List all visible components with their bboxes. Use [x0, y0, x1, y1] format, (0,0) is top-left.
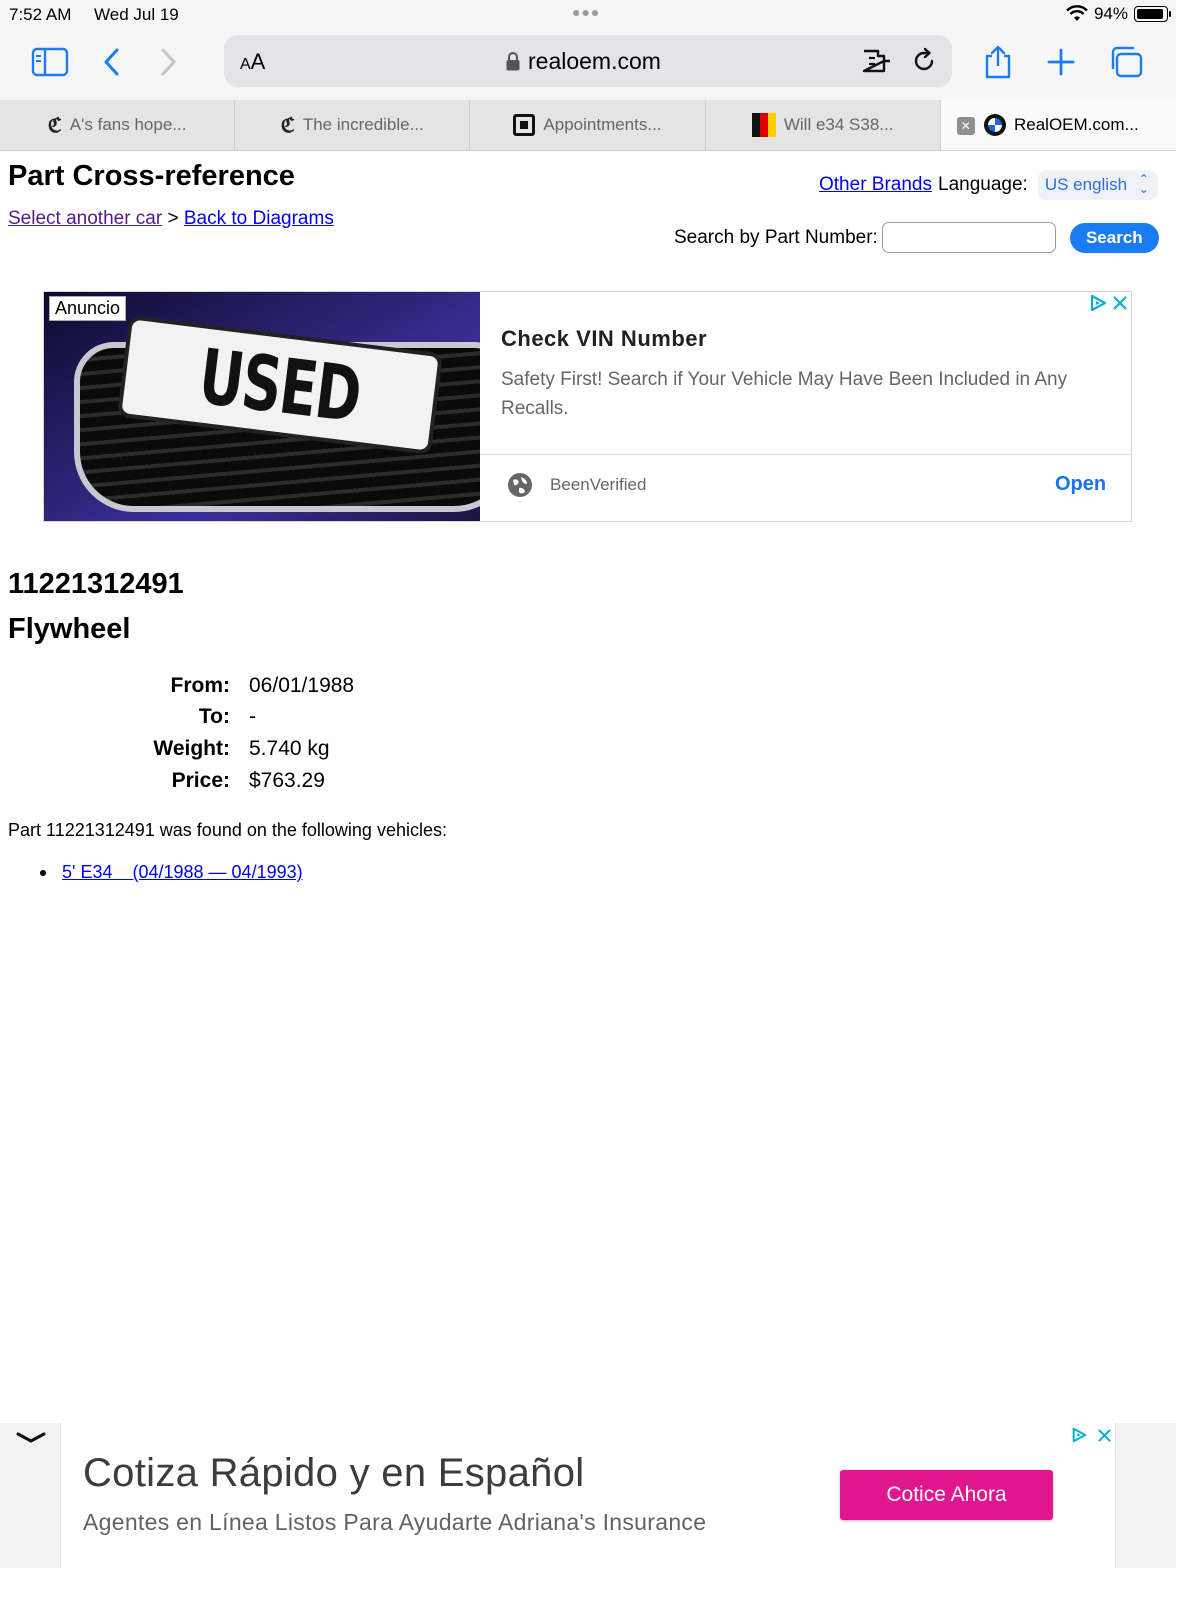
bottom-ad-description: Agentes en Línea Listos Para Ayudarte Ad… [83, 1509, 707, 1535]
address-bar[interactable]: AA realoem.com [224, 35, 952, 87]
battery-percent: 94% [1093, 4, 1128, 23]
adchoices-icon[interactable] [1068, 1425, 1090, 1445]
select-another-car-link[interactable]: Select another car [8, 208, 162, 229]
bottom-ad-cta-button[interactable]: Cotice Ahora [840, 1470, 1053, 1520]
ad-image[interactable]: USED Anuncio [44, 292, 480, 521]
tab-title: Will e34 S38... [783, 115, 894, 134]
status-bar: 7:52 AM Wed Jul 19 ●●● 94% [0, 0, 1176, 30]
bottom-ad-choices[interactable] [1068, 1425, 1115, 1445]
language-label: Language: [938, 174, 1028, 195]
vehicle-list: 5' E34 (04/1988 — 04/1993) [40, 862, 303, 883]
multitasking-dots-icon[interactable]: ●●● [572, 4, 600, 20]
bottom-ad-banner[interactable]: Cotiza Rápido y en Español Agentes en Lí… [60, 1423, 1116, 1568]
german-flag-icon [751, 113, 776, 137]
language-value: US english [1044, 175, 1128, 194]
adchoices-icon[interactable] [1089, 294, 1107, 312]
spec-label: Weight: [153, 737, 230, 760]
bottom-ad-area: Cotiza Rápido y en Español Agentes en Lí… [0, 1423, 1176, 1568]
aa-large-label: A [250, 49, 266, 74]
tab-item[interactable]: Will e34 S38... [706, 100, 941, 150]
spec-value: $763.29 [249, 769, 325, 792]
reader-options-button[interactable]: AA [240, 49, 265, 75]
page-title: Part Cross-reference [8, 160, 295, 192]
found-on-text: Part 11221312491 was found on the follow… [8, 820, 447, 840]
ad-banner[interactable]: USED Anuncio Check VIN Number Safety Fir… [43, 291, 1132, 522]
url-display[interactable]: realoem.com [506, 48, 661, 75]
reload-icon[interactable] [910, 47, 938, 80]
bmw-logo-icon [983, 114, 1006, 136]
vehicle-link[interactable]: 5' E34 (04/1988 — 04/1993) [62, 862, 303, 882]
spec-value: - [249, 705, 256, 728]
search-label: Search by Part Number: [674, 226, 878, 248]
ad-headline[interactable]: Check VIN Number [501, 326, 707, 352]
newspaper-c-icon: ℭ [280, 114, 295, 137]
ad-description: Safety First! Search if Your Vehicle May… [501, 369, 1068, 419]
tab-title: Appointments... [543, 115, 662, 134]
collapse-ad-button[interactable] [0, 1423, 62, 1453]
ad-choices[interactable] [1089, 294, 1127, 312]
ad-advertiser: BeenVerified [550, 475, 647, 494]
breadcrumb: Select another car > Back to Diagrams [8, 208, 334, 230]
other-brands-link[interactable]: Other Brands [819, 174, 932, 196]
status-time: 7:52 AM [9, 5, 72, 24]
close-ad-icon[interactable] [1093, 1425, 1115, 1445]
bottom-ad-headline[interactable]: Cotiza Rápido y en Español [83, 1451, 584, 1496]
sidebar-toggle-icon[interactable] [30, 42, 70, 82]
close-ad-icon[interactable] [1113, 296, 1127, 310]
ad-divider [480, 454, 1132, 455]
ad-open-button[interactable]: Open [1055, 473, 1106, 496]
wifi-icon [1066, 5, 1088, 21]
part-name-heading: Flywheel [8, 613, 131, 645]
aa-small-label: A [240, 56, 251, 73]
list-item: 5' E34 (04/1988 — 04/1993) [40, 862, 303, 883]
language-select[interactable]: US english ⌃ ⌄ [1037, 170, 1158, 200]
extension-icon[interactable] [860, 47, 894, 80]
tab-item[interactable]: ℭ A's fans hope... [0, 100, 236, 150]
breadcrumb-separator: > [167, 208, 179, 229]
globe-icon [508, 473, 532, 497]
part-search: Search by Part Number: Search [674, 222, 1159, 253]
tab-item[interactable]: ℭ The incredible... [235, 100, 471, 150]
newspaper-c-icon: ℭ [47, 114, 62, 137]
battery-icon [1134, 6, 1171, 22]
ad-badge: Anuncio [49, 296, 127, 321]
status-indicators: 94% [1066, 4, 1171, 24]
tab-bar: ℭ A's fans hope... ℭ The incredible... A… [0, 100, 1176, 151]
battery-fill [1137, 9, 1164, 19]
status-date: Wed Jul 19 [94, 5, 179, 24]
forward-icon[interactable] [148, 42, 188, 82]
chevron-down-icon [16, 1432, 46, 1443]
bullet-icon [40, 870, 46, 877]
plate-text: USED [194, 331, 366, 439]
select-chevron-icon: ⌃ ⌄ [1138, 172, 1149, 196]
share-icon[interactable] [978, 42, 1018, 82]
part-number-heading: 11221312491 [8, 568, 184, 600]
tab-item-active[interactable]: ✕ RealOEM.com... [940, 100, 1176, 150]
new-tab-icon[interactable] [1041, 42, 1081, 82]
search-button[interactable]: Search [1069, 222, 1159, 253]
lock-icon [506, 52, 520, 71]
spec-label: Price: [171, 769, 230, 792]
part-number-input[interactable] [881, 222, 1056, 253]
tab-title: The incredible... [302, 115, 424, 134]
spec-label: To: [198, 705, 230, 728]
spec-value: 5.740 kg [249, 737, 330, 760]
brand-language-bar: Other Brands Language: US english ⌃ ⌄ [819, 170, 1158, 200]
square-icon [513, 114, 536, 136]
back-to-diagrams-link[interactable]: Back to Diagrams [184, 208, 334, 229]
back-icon[interactable] [92, 42, 132, 82]
tab-title: A's fans hope... [69, 115, 187, 134]
close-tab-icon[interactable]: ✕ [956, 117, 975, 135]
tab-item[interactable]: Appointments... [470, 100, 706, 150]
spec-value: 06/01/1988 [249, 674, 355, 697]
tab-overview-icon[interactable] [1106, 42, 1146, 82]
browser-toolbar: AA realoem.com [0, 30, 1176, 100]
url-text: realoem.com [528, 48, 661, 74]
tab-title: RealOEM.com... [1013, 115, 1139, 134]
spec-label: From: [170, 674, 231, 697]
